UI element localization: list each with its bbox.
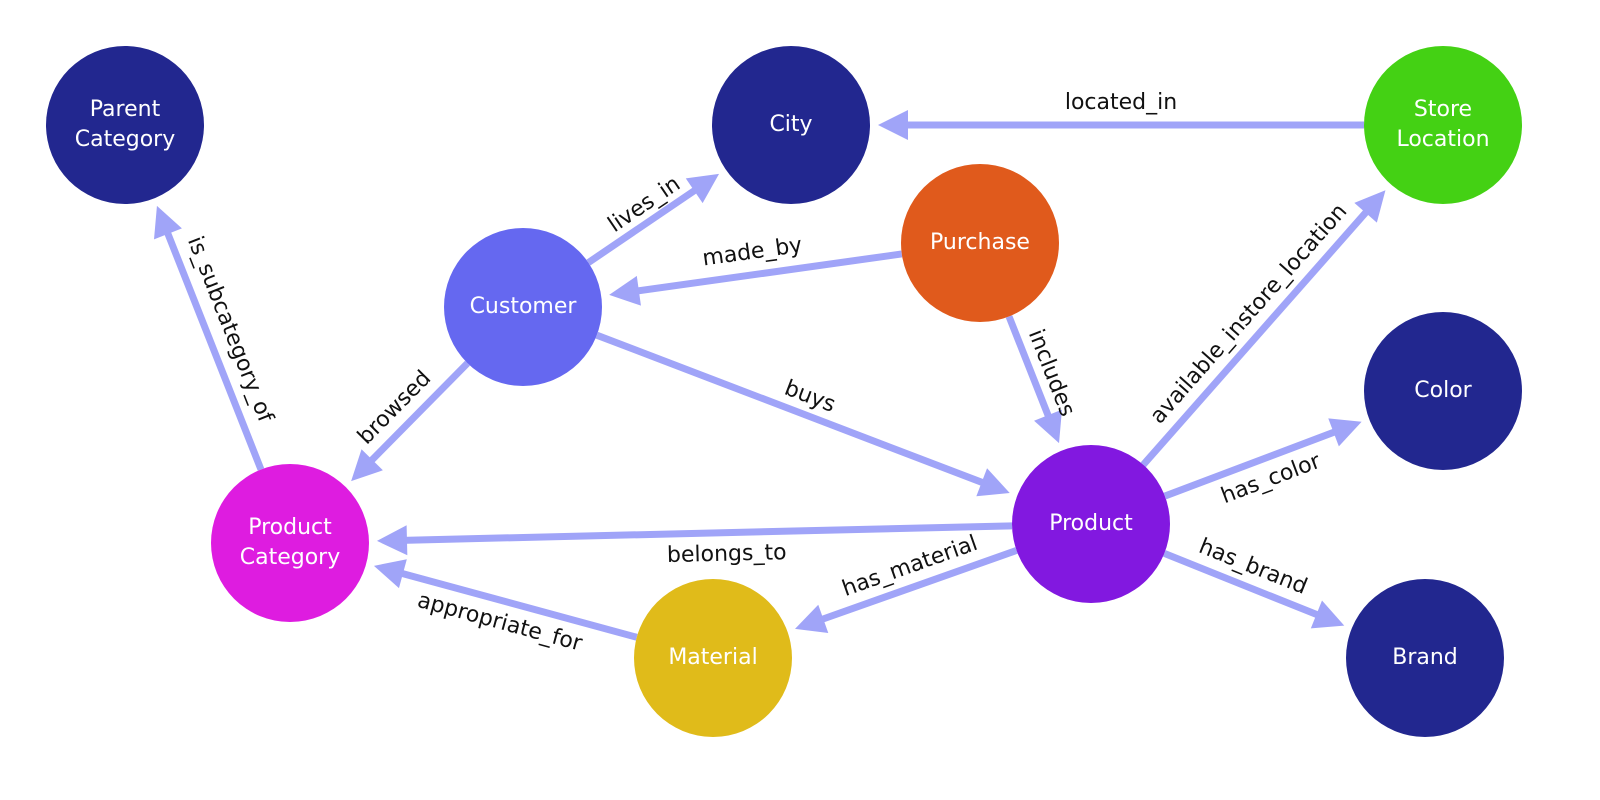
edge-appropriate-for[interactable]: appropriate_for: [373, 559, 638, 657]
edge-has-color[interactable]: has_color: [1163, 418, 1362, 509]
node-purchase[interactable]: Purchase: [901, 164, 1059, 322]
node-label: Parent: [90, 97, 161, 122]
arrowhead-icon: [609, 275, 641, 306]
edge-line: [595, 331, 987, 487]
node-label: Purchase: [930, 230, 1030, 255]
arrowhead-icon: [685, 173, 720, 204]
knowledge-graph: located_in lives_inmade_by includesbuys bro…: [46, 46, 1522, 737]
node-label: Product: [1049, 511, 1133, 536]
node-brand[interactable]: Brand: [1346, 579, 1504, 737]
node-city[interactable]: City: [712, 46, 870, 204]
edge-label: belongs_to: [667, 540, 787, 568]
node-label: City: [769, 112, 812, 137]
node-label: Material: [668, 645, 757, 670]
node-product[interactable]: Product: [1012, 445, 1170, 603]
node-label: Product: [248, 515, 332, 540]
arrowhead-icon: [878, 110, 908, 140]
node-material[interactable]: Material: [634, 579, 792, 737]
edge-is-subcategory-of[interactable]: is_subcategory_of: [154, 205, 278, 471]
edge-has-material[interactable]: has_material: [795, 531, 1018, 634]
arrowhead-icon: [373, 559, 407, 589]
edge-label: made_by: [701, 233, 804, 272]
node-circle: [211, 464, 369, 622]
node-customer[interactable]: Customer: [444, 228, 602, 386]
node-label: Brand: [1392, 645, 1458, 670]
edge-made-by[interactable]: made_by: [609, 233, 903, 306]
edge-label: located_in: [1065, 90, 1177, 115]
edge-has-brand[interactable]: has_brand: [1163, 534, 1345, 629]
node-label: Color: [1414, 378, 1472, 403]
edge-line: [402, 522, 1013, 544]
node-store-location[interactable]: Store Location: [1364, 46, 1522, 204]
node-color[interactable]: Color: [1364, 312, 1522, 470]
edge-located-in[interactable]: located_in: [878, 90, 1364, 140]
node-label: Location: [1396, 127, 1489, 152]
node-label: Store: [1414, 97, 1472, 122]
edge-includes[interactable]: includes: [1005, 315, 1080, 444]
node-circle: [46, 46, 204, 204]
node-circle: [1364, 46, 1522, 204]
node-label: Category: [75, 127, 176, 152]
node-label: Category: [240, 545, 341, 570]
edge-lives-in[interactable]: lives_in: [586, 171, 720, 266]
edge-label: available_instore_location: [1146, 199, 1353, 429]
edge-browsed[interactable]: browsed: [351, 360, 470, 482]
node-parent-category[interactable]: Parent Category: [46, 46, 204, 204]
edge-buys[interactable]: buys: [595, 331, 1010, 497]
node-label: Customer: [470, 294, 578, 319]
arrowhead-icon: [376, 525, 408, 556]
node-product-category[interactable]: Product Category: [211, 464, 369, 622]
